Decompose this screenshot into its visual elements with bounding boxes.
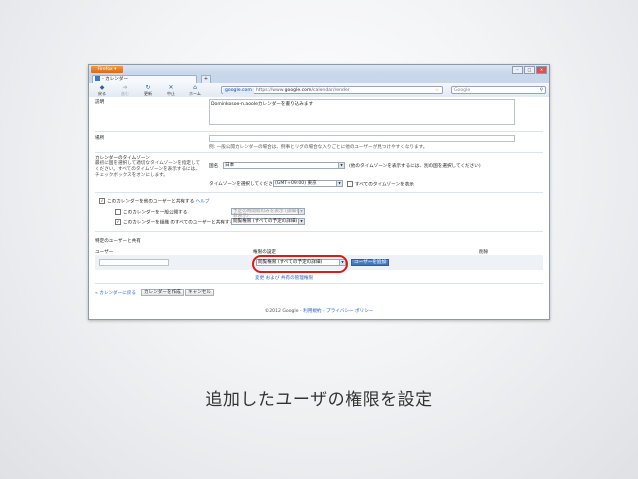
title-bar: Firefox ▾ – □ ✕ [89,65,549,74]
url-domain: google.com [284,88,312,93]
timezone-select-label: タイムゾーンを選択してください: [209,182,279,187]
add-user-button[interactable]: ユーザーを追加 [351,259,390,266]
timezone-help: 最初に国を選択して適切なタイムゾーンを指定してください。すべてのタイムゾーンを表… [95,161,201,178]
share-label: このカレンダーを他のユーザーと共有する [107,199,195,205]
description-textarea[interactable]: Dominkosoe-n.aooleカレンダーを書り込みます [209,99,515,125]
description-value: Dominkosoe-n.aooleカレンダーを書り込みます [211,102,314,107]
window-controls: – □ ✕ [512,66,547,74]
timezone-value: (GMT+09:00) 東京 [275,181,317,186]
country-hint: (他のタイムゾーンを表示するには、別の国を選択してください) [349,164,481,169]
description-label: 説明 [95,100,105,105]
address-bar[interactable]: google.com https://www.google.com/calenda… [221,86,443,94]
calendar-settings-page: 説明 Dominkosoe-n.aooleカレンダーを書り込みます 場所 例: … [89,97,549,319]
url-text: https://www.google.com/calendar/render [256,88,350,93]
country-select[interactable]: 日本 ▼ [223,162,345,169]
divider [95,283,543,284]
reload-icon: ↻ [145,84,151,91]
url-prefix: https://www. [255,88,285,93]
minimize-icon[interactable]: – [512,66,523,74]
highlight-ring [252,255,348,273]
country-label: 国名 [209,164,219,169]
chevron-down-icon: ▼ [298,219,304,224]
reload-label: 更新 [144,91,152,96]
back-arrow-icon: ◆ [99,84,105,91]
domain-permission-select[interactable]: 閲覧権限 (すべての予定の詳細) ▼ [231,218,305,225]
close-icon[interactable]: ✕ [536,66,547,74]
site-identity[interactable]: google.com [223,87,254,94]
user-email-input[interactable] [99,259,169,266]
reload-button[interactable]: ↻ 更新 [137,84,159,96]
checkbox-icon[interactable] [347,181,353,187]
footer: ©2012 Google - 利用規約 - プライバシー ポリシー [264,309,374,314]
timezone-select[interactable]: (GMT+09:00) 東京 ▼ [273,180,343,187]
bookmark-star-icon[interactable]: ☆ [435,87,439,95]
forward-arrow-icon: ➔ [122,84,128,91]
calendar-favicon-icon [95,76,100,81]
terms-link[interactable]: 利用規約 [303,309,321,314]
divider [95,192,543,193]
cancel-button[interactable]: キャンセル [185,289,214,296]
divider [95,131,543,132]
privacy-link[interactable]: プライバシー ポリシー [326,309,373,314]
slide-caption: 追加したユーザの権限を設定 [205,390,433,410]
public-label: このカレンダーを一般公開する [123,210,188,216]
home-button[interactable]: ⌂ ホーム [184,84,206,96]
location-label: 場所 [95,136,105,141]
tab-title: - カレンダー [102,77,129,82]
search-engine-label: Google [454,88,471,93]
home-icon: ⌂ [193,84,197,91]
checkbox-checked-icon[interactable]: ✓ [115,219,121,225]
browser-window: Firefox ▾ – □ ✕ - カレンダー + ◆ 戻る ➔ 進む ↻ 更新 ✕ 中… [88,64,550,320]
permission-help-link[interactable]: 変更 および 共有の管理権限 [255,275,313,281]
footer-copyright: ©2012 Google [264,309,299,314]
url-suffix: /calendar/render [311,88,350,93]
stop-label: 中止 [167,91,175,96]
home-label: ホーム [189,91,201,96]
search-box[interactable]: Google ⚲ [451,86,546,94]
search-icon[interactable]: ⚲ [540,87,543,95]
share-calendar-checkbox[interactable]: ✓ このカレンダーを他のユーザーと共有する ヘルプ [99,198,209,205]
location-hint: 例: 一般公開カレンダーの場合は、例事とリグの場合な入りごとに他のユーザーが見つ… [209,145,428,150]
stop-button[interactable]: ✕ 中止 [160,84,182,96]
create-calendar-button[interactable]: カレンダーを作成 [141,289,184,296]
tab-calendar[interactable]: - カレンダー [92,75,197,83]
domain-share-label: このカレンダーを組織 のすべてのユーザーと共有する [123,220,235,226]
forward-button[interactable]: ➔ 進む [114,84,136,96]
tab-bar: - カレンダー + [89,74,549,84]
domain-permission-value: 閲覧権限 (すべての予定の詳細) [233,219,298,224]
show-all-timezones-label: すべてのタイムゾーンを表示 [355,182,414,188]
public-visibility-select[interactable]: 予定の時間枠のみを表示 (詳細を非表示) ▼ [231,208,305,219]
back-label: 戻る [98,91,106,96]
chevron-down-icon: ▼ [338,163,344,168]
navigation-bar: ◆ 戻る ➔ 進む ↻ 更新 ✕ 中止 ⌂ ホーム google.com https://w… [89,83,549,98]
maximize-icon[interactable]: □ [524,66,535,74]
country-value: 日本 [225,163,235,168]
chevron-down-icon: ▼ [298,209,304,214]
plus-icon: + [203,76,209,82]
show-all-timezones[interactable]: すべてのタイムゾーンを表示 [347,181,414,188]
location-input[interactable] [209,135,515,142]
stop-icon: ✕ [168,84,174,91]
divider [95,231,543,232]
firefox-menu-button[interactable]: Firefox ▾ [91,66,123,73]
back-to-calendar-link[interactable]: « カレンダーに戻る [95,290,136,296]
chevron-down-icon: ▼ [336,181,342,186]
public-checkbox[interactable]: このカレンダーを一般公開する [115,209,187,216]
site-label: google.com [225,87,252,93]
help-link[interactable]: ヘルプ [196,200,210,205]
back-button[interactable]: ◆ 戻る [91,84,113,96]
forward-label: 進む [121,91,129,96]
domain-share-checkbox[interactable]: ✓ このカレンダーを組織 のすべてのユーザーと共有する [115,219,234,226]
firefox-menu-label: Firefox [97,67,113,72]
checkbox-icon[interactable] [115,209,121,215]
checkbox-checked-icon[interactable]: ✓ [99,198,105,204]
divider [95,152,543,153]
specific-users-title: 特定のユーザーと共有 [95,239,141,244]
